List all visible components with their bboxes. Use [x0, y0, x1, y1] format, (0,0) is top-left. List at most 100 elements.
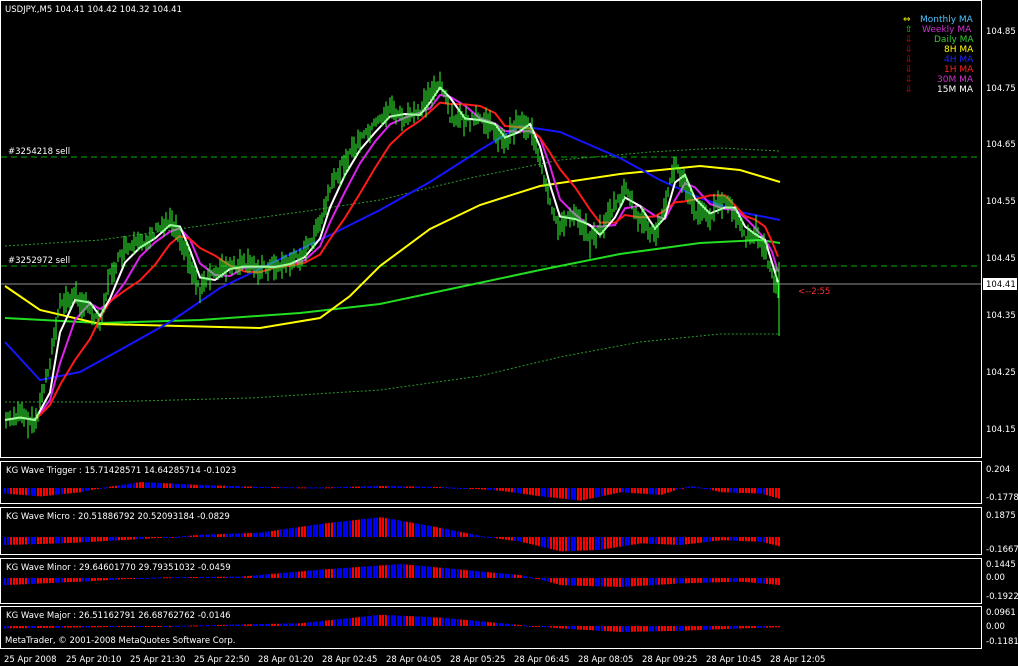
- micro-bar: [706, 537, 708, 542]
- major-bar: [142, 626, 144, 627]
- minor-bar: [97, 578, 99, 581]
- micro-bar: [169, 537, 171, 538]
- major-bar: [487, 621, 489, 626]
- micro-bar: [751, 537, 753, 542]
- major-bar: [28, 626, 30, 629]
- minor-bar: [490, 572, 492, 578]
- major-bar: [772, 626, 774, 628]
- major-bar: [628, 626, 630, 632]
- down-arrow-icon: ⇩: [905, 35, 913, 45]
- major-bar: [718, 626, 720, 630]
- price-label: 104.75: [986, 84, 1016, 94]
- minor-bar: [298, 571, 300, 578]
- minor-bar: [283, 572, 285, 578]
- major-bar: [199, 625, 201, 627]
- trigger-bar: [766, 488, 768, 496]
- micro-bar: [448, 529, 450, 537]
- trigger-bar: [58, 488, 60, 495]
- trigger-bar: [379, 486, 381, 488]
- major-bar: [163, 626, 165, 627]
- micro-bar: [106, 537, 108, 541]
- micro-bar: [256, 532, 258, 537]
- minor-bar: [412, 565, 414, 578]
- trigger-bar: [4, 488, 6, 494]
- trigger-bar: [13, 488, 15, 495]
- major-bar: [505, 623, 507, 626]
- minor-bar: [757, 578, 759, 584]
- minor-bar: [673, 578, 675, 584]
- price-axis: 104.85 104.75 104.65 104.55 104.45 104.3…: [986, 27, 1016, 435]
- trigger-bar: [628, 488, 630, 493]
- minor-bar: [439, 567, 441, 578]
- micro-bar: [298, 527, 300, 537]
- major-bar: [493, 622, 495, 626]
- major-bar: [520, 625, 522, 627]
- micro-bar: [679, 537, 681, 545]
- trigger-bar: [730, 488, 732, 493]
- trigger-bar: [667, 488, 669, 493]
- major-bar: [247, 624, 249, 626]
- trigger-bar: [652, 488, 654, 495]
- major-bar: [328, 620, 330, 626]
- panel-axis-bottom: -0.1922: [986, 592, 1018, 602]
- micro-bar: [190, 535, 192, 537]
- trigger-bar: [697, 487, 699, 489]
- major-bar: [373, 615, 375, 626]
- micro-bar: [331, 522, 333, 537]
- minor-bar: [280, 573, 282, 578]
- micro-bar: [199, 534, 201, 537]
- micro-bar: [55, 537, 57, 544]
- micro-bar: [517, 537, 519, 542]
- micro-bar: [19, 537, 21, 545]
- micro-bar: [733, 537, 735, 541]
- minor-bar: [211, 576, 213, 578]
- minor-bar: [682, 578, 684, 584]
- trigger-bar: [244, 486, 246, 488]
- trigger-bar: [235, 486, 237, 488]
- trigger-bar: [67, 488, 69, 494]
- minor-bar: [139, 578, 141, 579]
- major-bar: [490, 622, 492, 626]
- trigger-bar: [202, 485, 204, 488]
- major-bar: [646, 626, 648, 632]
- major-bar: [106, 626, 108, 628]
- trigger-bar: [295, 487, 297, 489]
- micro-bar: [481, 536, 483, 538]
- major-bar: [499, 623, 501, 626]
- major-bar: [574, 626, 576, 630]
- micro-bar: [151, 537, 153, 539]
- major-bar: [76, 626, 78, 628]
- micro-bar: [610, 537, 612, 549]
- major-bar: [580, 626, 582, 630]
- trigger-bar: [16, 488, 18, 495]
- minor-bar: [40, 578, 42, 584]
- trigger-bar: [643, 488, 645, 494]
- trigger-bar: [457, 487, 459, 489]
- trigger-bar: [73, 488, 75, 493]
- micro-bar: [226, 533, 228, 537]
- major-bar: [619, 626, 621, 632]
- trigger-bar: [61, 488, 63, 495]
- trigger-bar: [397, 486, 399, 488]
- major-bar: [484, 621, 486, 626]
- major-bar: [10, 626, 12, 629]
- micro-bar: [514, 537, 516, 541]
- price-label: 104.45: [986, 254, 1016, 264]
- minor-bar: [196, 576, 198, 578]
- minor-bar: [172, 577, 174, 579]
- down-arrow-icon: ⇩: [905, 45, 913, 55]
- chart-canvas[interactable]: USDJPY.,M5 104.41 104.42 104.32 104.41 #…: [0, 0, 1018, 666]
- minor-bar: [628, 578, 630, 587]
- minor-bar: [601, 578, 603, 587]
- minor-bar: [631, 578, 633, 587]
- major-bar: [352, 617, 354, 626]
- major-bar: [112, 626, 114, 627]
- major-bar: [316, 621, 318, 626]
- minor-bar: [313, 570, 315, 578]
- micro-bar: [112, 537, 114, 541]
- minor-bar: [43, 578, 45, 584]
- trigger-bar: [424, 486, 426, 488]
- trigger-bar: [274, 487, 276, 489]
- major-bar: [715, 626, 717, 630]
- major-bar: [190, 625, 192, 627]
